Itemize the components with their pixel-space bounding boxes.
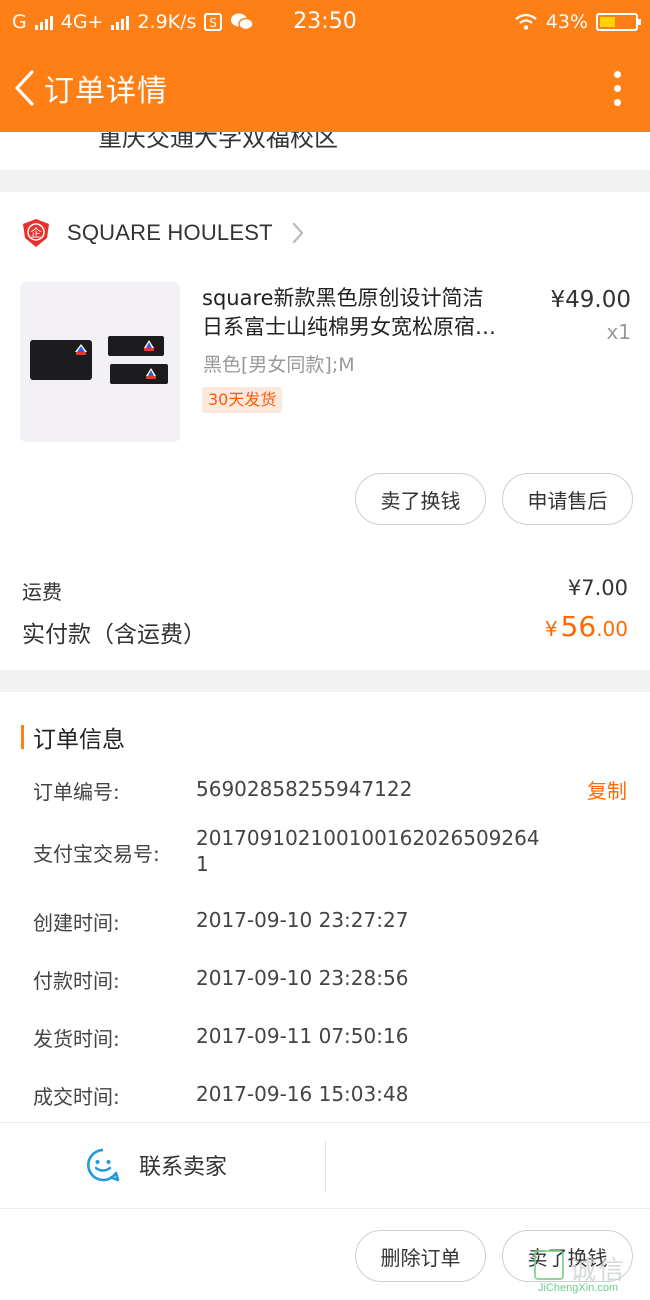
signal-icon-2 [111, 14, 130, 30]
back-button[interactable] [4, 44, 44, 132]
contact-divider [325, 1141, 326, 1191]
signal-icon [34, 14, 53, 30]
shipped-time-label: 发货时间: [33, 1027, 120, 1051]
paid-integer: 56 [560, 610, 597, 643]
chevron-left-icon [15, 70, 34, 106]
wifi-icon [515, 13, 537, 30]
paid-time-value: 2017-09-10 23:28:56 [196, 966, 409, 990]
product-image[interactable] [20, 282, 180, 442]
sell-for-cash-button[interactable]: 卖了换钱 [355, 473, 486, 525]
carrier-label: G [12, 11, 27, 33]
address-text: 重庆交通大学双福校区 [98, 132, 338, 152]
product-quantity: x1 [606, 320, 631, 344]
battery-percent: 43% [545, 11, 588, 33]
contact-seller-label: 联系卖家 [139, 1155, 228, 1180]
more-button[interactable] [592, 44, 642, 132]
network-label: 4G+ [60, 11, 104, 33]
battery-fill [600, 17, 615, 27]
after-sales-button[interactable]: 申请售后 [502, 473, 633, 525]
watermark-en: JiChengXin.com [538, 1282, 619, 1294]
watermark-box-icon [534, 1250, 564, 1280]
product-title-line1: square新款黑色原创设计简洁 [202, 286, 484, 310]
product-photo [30, 336, 168, 384]
paid-decimal: .00 [596, 617, 628, 641]
alipay-trade-label: 支付宝交易号: [33, 842, 160, 866]
product-price: ¥49.00 [550, 287, 631, 313]
order-number-label: 订单编号: [33, 780, 120, 804]
paid-amount-value: ¥ 56 .00 [545, 610, 628, 643]
product-spec: 黑色[男女同款];M [203, 354, 355, 376]
shipping-fee-label: 运费 [22, 580, 62, 604]
shop-link[interactable]: 企 SQUARE HOULEST [22, 216, 305, 250]
svg-text:S: S [210, 16, 218, 30]
wechat-icon [231, 13, 255, 31]
shop-logo-icon: 企 [23, 219, 49, 247]
created-time-value: 2017-09-10 23:27:27 [196, 908, 409, 932]
speed-label: 2.9K/s [137, 11, 197, 33]
order-info-section: 订单信息 订单编号: 56902858255947122 复制 支付宝交易号: … [0, 692, 650, 1122]
shop-name: SQUARE HOULEST [67, 220, 273, 245]
battery-icon [596, 13, 641, 31]
order-info-heading: 订单信息 [21, 720, 125, 754]
shipped-time-value: 2017-09-11 07:50:16 [196, 1024, 409, 1048]
delete-order-button[interactable]: 删除订单 [355, 1230, 486, 1282]
watermark-logo: 诚信 JiChengXin.com [532, 1248, 650, 1300]
chat-bubble-icon [87, 1148, 120, 1182]
product-title[interactable]: square新款黑色原创设计简洁 日系富士山纯棉男女宽松原宿… [202, 284, 537, 342]
completed-time-value: 2017-09-16 15:03:48 [196, 1082, 409, 1106]
shipping-fee-value: ¥7.00 [567, 576, 628, 600]
order-number-value: 56902858255947122 [196, 777, 413, 801]
address-card: 重庆交通大学双福校区 [0, 132, 650, 170]
page-title: 订单详情 [44, 74, 168, 109]
paid-amount-label: 实付款（含运费） [22, 622, 206, 648]
alipay-trade-value: 2017091021001001620265092641 [196, 826, 540, 876]
contact-bar: 联系卖家 [0, 1122, 650, 1208]
order-item-card: 企 SQUARE HOULEST square新款黑色原创设计简洁 日系富士山纯… [0, 192, 650, 670]
paid-currency: ¥ [544, 617, 558, 641]
shipping-tag: 30天发货 [202, 387, 283, 413]
heading-accent [21, 725, 24, 749]
product-title-line2: 日系富士山纯棉男女宽松原宿… [202, 315, 496, 339]
order-info-title: 订单信息 [33, 727, 125, 753]
app-header: 订单详情 [0, 44, 650, 132]
svg-text:企: 企 [31, 226, 42, 240]
status-bar: G 4G+ 2.9K/s S 23:50 43% [0, 0, 650, 44]
copy-button[interactable]: 复制 [587, 775, 627, 804]
created-time-label: 创建时间: [33, 911, 120, 935]
sync-icon: S [204, 13, 223, 31]
contact-seller-button[interactable]: 联系卖家 [85, 1147, 227, 1183]
paid-time-label: 付款时间: [33, 969, 120, 993]
completed-time-label: 成交时间: [33, 1085, 120, 1109]
chevron-right-icon [292, 222, 303, 244]
more-vertical-icon [613, 70, 621, 78]
